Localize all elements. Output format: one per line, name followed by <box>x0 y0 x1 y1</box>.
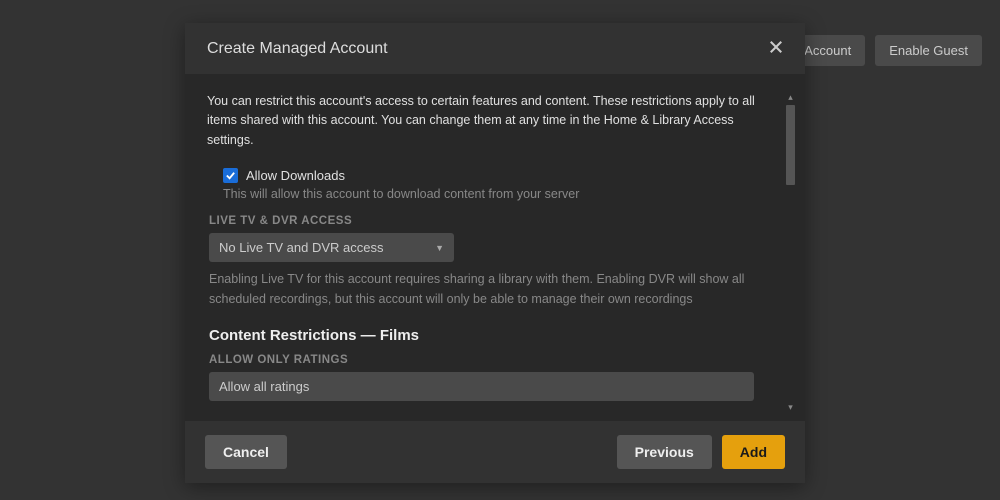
allow-downloads-label: Allow Downloads <box>246 168 345 183</box>
content-restrictions-heading: Content Restrictions — Films <box>209 327 769 344</box>
modal-body: ▴ ▾ You can restrict this account's acce… <box>185 74 805 421</box>
live-tv-select[interactable]: No Live TV and DVR access ▼ <box>209 233 454 262</box>
allow-ratings-value: Allow all ratings <box>219 379 309 394</box>
allow-ratings-label: ALLOW ONLY RATINGS <box>209 354 769 366</box>
allow-ratings-select[interactable]: Allow all ratings <box>209 372 754 401</box>
scroll-thumb[interactable] <box>786 105 795 185</box>
scroll-up-icon[interactable]: ▴ <box>786 92 795 103</box>
previous-button[interactable]: Previous <box>617 435 712 469</box>
modal-title: Create Managed Account <box>207 40 388 58</box>
chevron-down-icon: ▼ <box>435 243 444 253</box>
modal-footer: Cancel Previous Add <box>185 421 805 483</box>
allow-downloads-checkbox[interactable] <box>223 168 238 183</box>
close-icon[interactable] <box>769 39 783 58</box>
add-button[interactable]: Add <box>722 435 785 469</box>
live-tv-select-value: No Live TV and DVR access <box>219 240 384 255</box>
live-tv-help: Enabling Live TV for this account requir… <box>209 270 769 309</box>
create-managed-account-modal: Create Managed Account ▴ ▾ You can restr… <box>185 23 805 483</box>
modal-header: Create Managed Account <box>185 23 805 74</box>
cancel-button[interactable]: Cancel <box>205 435 287 469</box>
live-tv-section-label: LIVE TV & DVR ACCESS <box>209 215 769 227</box>
bg-enable-guest-button[interactable]: Enable Guest <box>875 35 982 66</box>
intro-text: You can restrict this account's access t… <box>207 92 769 150</box>
scrollbar[interactable]: ▴ <box>786 92 795 392</box>
scroll-down-icon[interactable]: ▾ <box>786 402 795 413</box>
allow-downloads-help: This will allow this account to download… <box>223 187 769 201</box>
